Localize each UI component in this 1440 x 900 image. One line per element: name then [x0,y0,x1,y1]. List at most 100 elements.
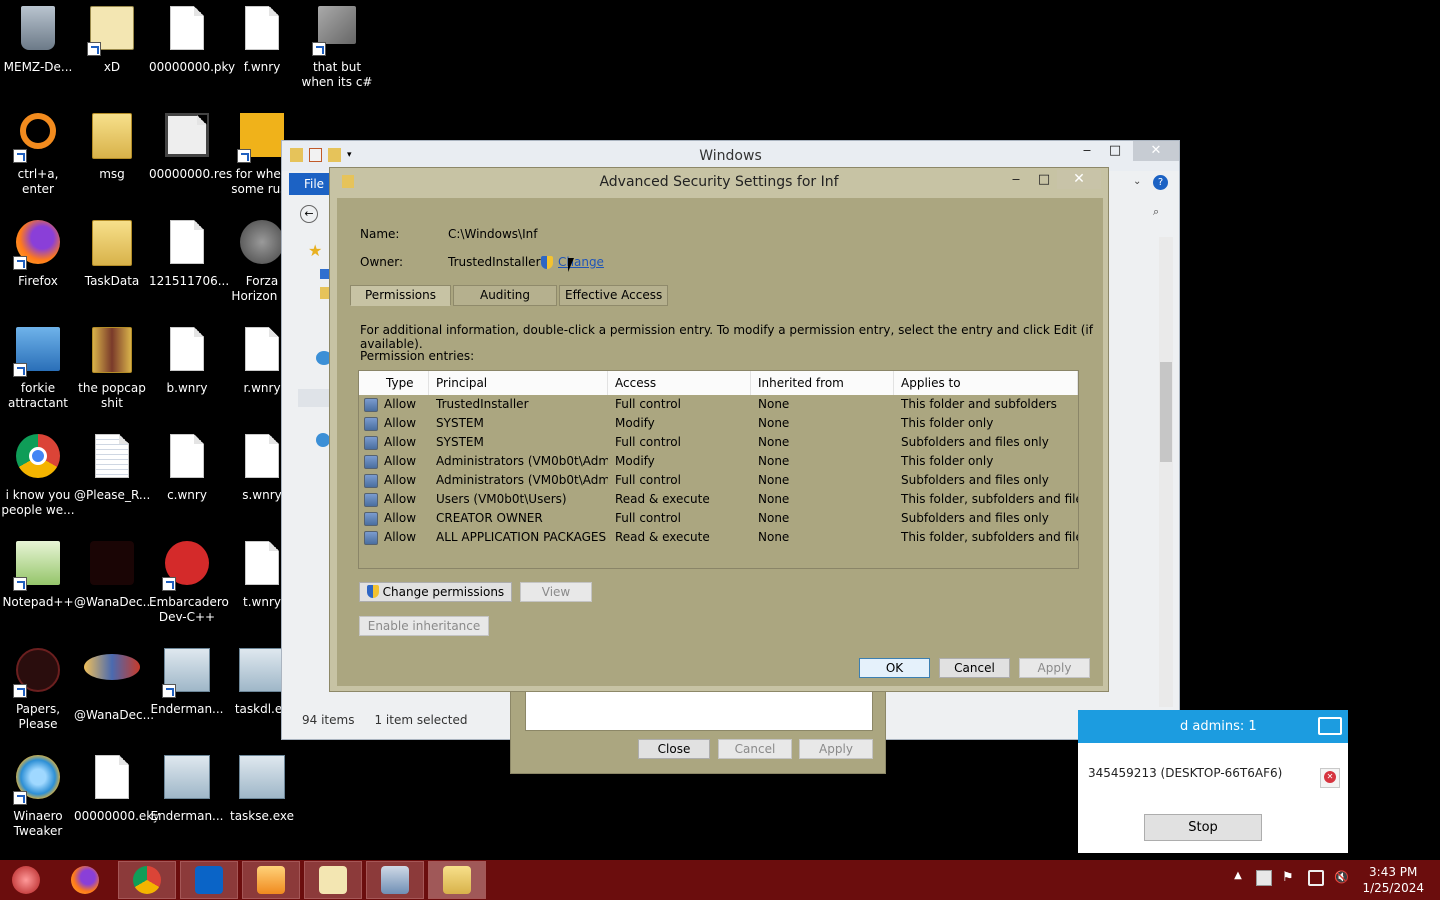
desktop-icon-enderman-1[interactable]: Enderman... [149,642,225,742]
tab-effective-access[interactable]: Effective Access [559,285,669,306]
desktop-icon-that-but-csharp[interactable]: that but when its c# [299,0,375,100]
ok-button[interactable]: OK [859,658,930,678]
table-row[interactable]: Allow ALL APPLICATION PACKAGES Read & exec… [359,528,1078,547]
taskbar-hxd[interactable] [304,861,362,899]
desktop-icon-eky[interactable]: 00000000.eky [74,749,160,849]
desktop-icon-wanadecryptor-1[interactable]: @WanaDec... [74,535,155,635]
favorites-star-icon[interactable]: ★ [308,241,322,260]
table-row[interactable]: Allow Administrators (VM0b0t\Adm... Full c… [359,471,1078,490]
row-principal: Users (VM0b0t\Users) [436,492,567,506]
desktop-icon-chrome[interactable]: i know you people we... [0,428,76,528]
stop-button[interactable]: Stop [1144,814,1262,841]
taskbar-remote[interactable] [366,861,424,899]
close-button[interactable]: ✕ [1057,170,1101,189]
flash-icon [237,220,287,270]
search-icon[interactable]: ⌕ [1153,205,1159,219]
close-button[interactable]: ✕ [1133,141,1179,161]
network-adapter-icon[interactable] [1256,870,1272,886]
desktop-icon-pky[interactable]: 00000000.pky [149,0,235,100]
column-type[interactable]: Type [359,371,429,395]
change-owner-link[interactable]: Change [558,255,604,269]
minimize-button[interactable]: ‒ [1073,141,1101,161]
desktop-icon-notepad-plus[interactable]: Notepad++ [0,535,76,635]
taskbar-explorer[interactable] [428,861,486,899]
row-inherited-from: None [758,416,790,430]
start-button[interactable] [0,861,52,899]
dialog-apply-button[interactable]: Apply [799,739,873,759]
desktop-icon-taskdata[interactable]: TaskData [74,214,150,314]
desktop-icon-b-wnry[interactable]: b.wnry [149,321,225,421]
close-dialog-button[interactable]: Close [638,739,710,759]
document-icon [162,220,212,270]
show-hidden-icons-icon[interactable]: ▲ [1230,870,1246,886]
network-icon[interactable] [1308,870,1324,886]
taskbar-firefox[interactable] [56,861,114,899]
desktop-icon-enderman-2[interactable]: Enderman... [149,749,225,849]
enable-inheritance-button[interactable]: Enable inheritance [359,616,489,636]
desktop-icon-firefox[interactable]: Firefox [0,214,76,314]
taskbar-outlook[interactable] [180,861,238,899]
tab-auditing[interactable]: Auditing [452,285,558,306]
scrollbar-thumb[interactable] [1160,362,1172,462]
document-icon [237,541,287,591]
winaero-icon [13,755,63,805]
disconnect-icon[interactable] [1320,768,1340,788]
desktop-icon-label: @WanaDec... [74,595,155,609]
table-row[interactable]: Allow Users (VM0b0t\Users) Read & execute N… [359,490,1078,509]
desktop-icon-winaero[interactable]: Winaero Tweaker [0,749,76,849]
desktop-icon-forkie[interactable]: forkie attractant [0,321,76,421]
firefox-icon [71,866,99,894]
table-row[interactable]: Allow SYSTEM Full control None Subfolders an… [359,433,1078,452]
table-row[interactable]: Allow TrustedInstaller Full control None Thi… [359,395,1078,414]
desktop-icon-popcap[interactable]: the popcap shit [74,321,150,421]
advanced-security-dialog: Advanced Security Settings for Inf ‒ □ ✕… [329,167,1109,692]
action-center-flag-icon[interactable]: ⚑ [1282,870,1298,886]
window-app-icon [162,755,212,805]
stacked-windows-icon [312,6,362,56]
shortcut-arrow-icon [312,42,326,56]
desktop-icon-please-readme[interactable]: @Please_R... [74,428,150,528]
desktop-icon-dev-cpp[interactable]: Embarcadero Dev-C++ [149,535,229,635]
taskbar-clock[interactable]: 3:43 PM 1/25/2024 [1362,864,1424,896]
change-permissions-button[interactable]: Change permissions [359,582,512,602]
taskbar-chrome[interactable] [118,861,176,899]
column-access[interactable]: Access [608,371,751,395]
minimize-button[interactable]: ‒ [1002,170,1030,190]
network-nav-icon[interactable] [316,433,330,447]
cancel-button[interactable]: Cancel [939,658,1010,678]
taskbar-app[interactable] [242,861,300,899]
desktop-icon-recycle-bin[interactable]: MEMZ-De... [0,0,76,100]
desktop-icon-res[interactable]: 00000000.res [149,107,232,207]
help-icon[interactable]: ? [1153,175,1168,190]
dialog-cancel-button[interactable]: Cancel [718,739,792,759]
maximize-button[interactable]: □ [1101,141,1129,161]
expand-ribbon-icon[interactable]: ⌄ [1133,176,1141,187]
tab-permissions[interactable]: Permissions [350,285,451,306]
table-row[interactable]: Allow Administrators (VM0b0t\Adm... Modify… [359,452,1078,471]
outlook-icon [195,866,223,894]
desktop-icon-121511706[interactable]: 121511706... [149,214,229,314]
table-row[interactable]: Allow SYSTEM Modify None This folder only [359,414,1078,433]
column-applies-to[interactable]: Applies to [894,371,1078,395]
view-button[interactable]: View [520,582,592,602]
column-principal[interactable]: Principal [429,371,608,395]
maximize-button[interactable]: □ [1030,170,1058,190]
row-principal: TrustedInstaller [436,397,529,411]
volume-muted-icon[interactable]: 🔇 [1334,870,1350,886]
column-inherited-from[interactable]: Inherited from [751,371,894,395]
desktop-icon-wanadecryptor-2[interactable]: @WanaDec... [74,642,154,742]
desktop-icon-f-wnry[interactable]: f.wnry [224,0,300,100]
desktop-icon-xd[interactable]: xD [74,0,150,100]
apply-button[interactable]: Apply [1019,658,1090,678]
desktop-icon-papers-please[interactable]: Papers, Please [0,642,76,742]
desktop-icon-c-wnry[interactable]: c.wnry [149,428,225,528]
permission-entries-table[interactable]: Type Principal Access Inherited from App… [358,370,1079,569]
table-row[interactable]: Allow CREATOR OWNER Full control None Subfol… [359,509,1078,528]
hxd-icon [87,6,137,56]
back-icon[interactable]: ← [300,205,318,223]
desktop-icon-msg[interactable]: msg [74,107,150,207]
desktop-icon-taskse[interactable]: taskse.exe [224,749,300,849]
desktop-icon-ctrl-a-enter[interactable]: ctrl+a, enter [0,107,76,207]
minimize-popup-icon[interactable] [1318,717,1342,735]
explorer-scrollbar[interactable] [1159,237,1173,707]
